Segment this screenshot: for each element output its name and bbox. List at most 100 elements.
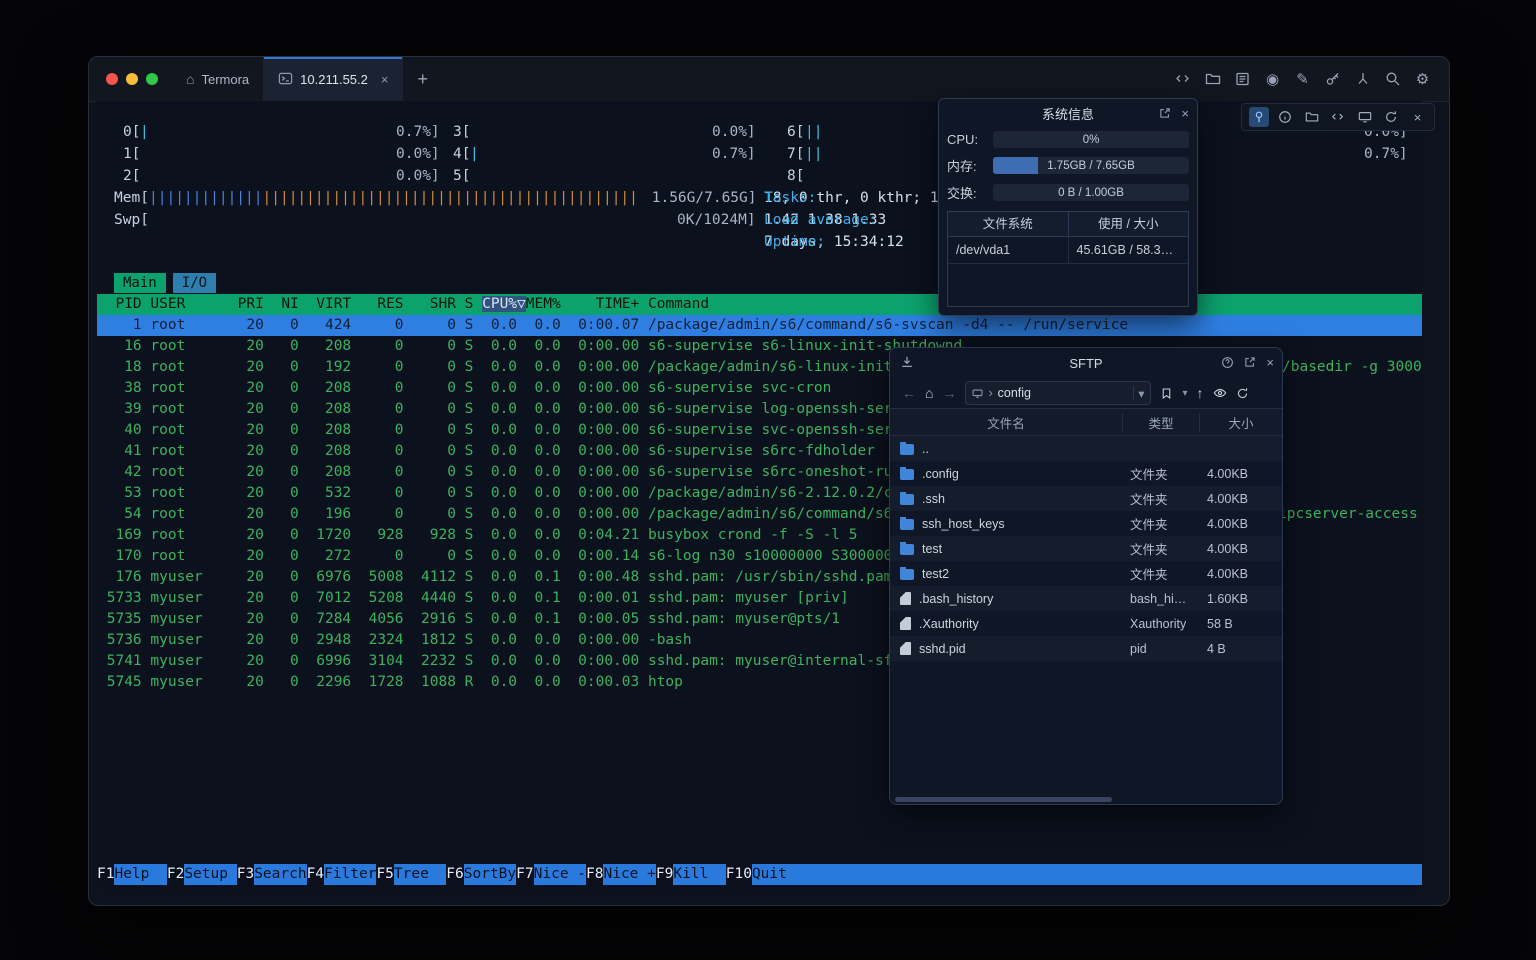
- home-icon[interactable]: ⌂: [925, 385, 933, 401]
- close-icon[interactable]: ×: [1266, 355, 1274, 370]
- zoom-window-button[interactable]: [146, 73, 158, 85]
- fkey: F2: [167, 864, 184, 885]
- file-row[interactable]: .ssh文件夹4.00KB: [890, 486, 1282, 511]
- memory-usage-bar: 1.75GB / 7.65GB: [993, 157, 1189, 174]
- tab-home-label: Termora: [201, 72, 249, 87]
- tab-ssh-session[interactable]: 10.211.55.2 ×: [264, 57, 403, 101]
- fkey-sortby-button[interactable]: SortBy: [464, 864, 516, 885]
- refresh-icon[interactable]: [1236, 387, 1249, 400]
- sftp-titlebar[interactable]: SFTP ×: [890, 348, 1282, 378]
- process-row[interactable]: 1 root 20 0 424 0 0 S 0.0 0.0 0:00.07 /p…: [97, 315, 1422, 336]
- sftp-title: SFTP: [1069, 356, 1102, 371]
- snippets-icon[interactable]: [1234, 71, 1251, 88]
- command-fragment: /basedir -g 3000: [1282, 357, 1422, 378]
- app-window: ⌂ Termora 10.211.55.2 × + ◉ ✎ ⚙ 0[: [88, 56, 1450, 906]
- cpu8-meter: 8[: [787, 165, 804, 187]
- bookmark-icon[interactable]: [1160, 387, 1173, 400]
- file-row[interactable]: sshd.pidpid4 B: [890, 636, 1282, 661]
- htop-tabs: Main I/O: [114, 273, 216, 293]
- column-header-name[interactable]: 文件名: [890, 413, 1122, 432]
- fkey-nice-minus-button[interactable]: Nice -: [534, 864, 586, 885]
- key-icon[interactable]: [1324, 71, 1341, 88]
- back-icon[interactable]: ←: [902, 385, 916, 401]
- path-breadcrumb[interactable]: › config ▾: [965, 381, 1151, 405]
- pin-icon[interactable]: [1249, 107, 1269, 127]
- new-tab-button[interactable]: +: [403, 57, 442, 101]
- file-type-icon: [900, 592, 911, 605]
- fkey-nice-plus-button[interactable]: Nice +: [603, 864, 655, 885]
- filesystem-table: 文件系统 使用 / 大小 /dev/vda1 45.61GB / 58.3…: [947, 211, 1189, 307]
- cpu2-meter: 2[: [123, 165, 140, 187]
- cpu7-meter: 7[: [787, 143, 804, 165]
- code-icon[interactable]: [1174, 71, 1191, 88]
- minimize-window-button[interactable]: [126, 73, 138, 85]
- file-row[interactable]: .bash_historybash_hi…1.60KB: [890, 586, 1282, 611]
- fkey-quit-button[interactable]: Quit: [752, 864, 804, 885]
- htop-tab-main[interactable]: Main: [114, 273, 166, 293]
- file-row[interactable]: .XauthorityXauthority58 B: [890, 611, 1282, 636]
- home-icon: ⌂: [186, 72, 194, 86]
- chevron-down-icon[interactable]: ▾: [1182, 388, 1187, 399]
- code-icon[interactable]: [1328, 107, 1348, 127]
- close-icon[interactable]: ×: [1408, 107, 1428, 127]
- open-in-new-icon[interactable]: [1244, 356, 1256, 368]
- eye-icon[interactable]: [1213, 386, 1227, 400]
- file-row[interactable]: ssh_host_keys文件夹4.00KB: [890, 511, 1282, 536]
- folder-icon[interactable]: [1204, 71, 1221, 88]
- help-icon[interactable]: [1221, 356, 1234, 369]
- search-icon[interactable]: [1384, 71, 1401, 88]
- desktop: ⌂ Termora 10.211.55.2 × + ◉ ✎ ⚙ 0[: [0, 0, 1536, 960]
- monitor-icon: [972, 388, 983, 399]
- fkey-setup-button[interactable]: Setup: [184, 864, 236, 885]
- keymap-icon[interactable]: [1354, 71, 1371, 88]
- fkey-kill-button[interactable]: Kill: [673, 864, 725, 885]
- fkey: F3: [237, 864, 254, 885]
- file-type-icon: [900, 519, 914, 530]
- display-icon[interactable]: [1355, 107, 1375, 127]
- file-row[interactable]: test2文件夹4.00KB: [890, 561, 1282, 586]
- fkey: F5: [376, 864, 393, 885]
- process-table-header[interactable]: PID USER PRI NI VIRT RES SHR S CPU%▽MEM%…: [97, 294, 1422, 315]
- sort-column-cpu[interactable]: CPU%▽: [482, 296, 526, 312]
- file-type-icon: [900, 569, 914, 580]
- file-row[interactable]: ..: [890, 436, 1282, 461]
- info-icon[interactable]: [1275, 107, 1295, 127]
- fkey-search-button[interactable]: Search: [254, 864, 306, 885]
- column-header-size[interactable]: 大小: [1199, 413, 1282, 432]
- cpu4-meter: 4[: [453, 143, 470, 165]
- parent-directory-icon[interactable]: ↑: [1197, 385, 1204, 401]
- fkey-tree-button[interactable]: Tree: [394, 864, 446, 885]
- close-icon[interactable]: ×: [1181, 106, 1189, 121]
- horizontal-scrollbar[interactable]: [895, 797, 1112, 802]
- fkey-filter-button[interactable]: Filter: [324, 864, 376, 885]
- htop-tab-io[interactable]: I/O: [173, 273, 216, 293]
- column-header-type[interactable]: 类型: [1122, 413, 1199, 432]
- path-segment[interactable]: config: [998, 386, 1031, 400]
- forward-icon[interactable]: →: [942, 385, 956, 401]
- mem-meter: Mem[: [114, 187, 149, 209]
- sftp-window: SFTP × ← ⌂ → › config ▾ ▾ ↑ 文件名: [889, 347, 1283, 805]
- filesystem-row[interactable]: /dev/vda1 45.61GB / 58.3…: [948, 237, 1188, 264]
- fkey: F10: [726, 864, 752, 885]
- tab-home[interactable]: ⌂ Termora: [172, 57, 264, 101]
- settings-icon[interactable]: ⚙: [1414, 71, 1431, 88]
- sftp-table-header[interactable]: 文件名 类型 大小: [890, 408, 1282, 436]
- download-icon[interactable]: [900, 348, 914, 376]
- fkey: F6: [446, 864, 463, 885]
- close-window-button[interactable]: [106, 73, 118, 85]
- record-icon[interactable]: ◉: [1264, 71, 1281, 88]
- cpu6-meter: 6[: [787, 121, 804, 143]
- file-row[interactable]: test文件夹4.00KB: [890, 536, 1282, 561]
- system-info-panel: 系统信息 × CPU: 0% 内存: 1.75GB / 7.65GB 交换:: [938, 98, 1198, 316]
- fkey-help-button[interactable]: Help: [114, 864, 166, 885]
- sftp-nav-toolbar: ← ⌂ → › config ▾ ▾ ↑: [890, 378, 1282, 408]
- cpu3-meter: 3[: [453, 121, 470, 143]
- sync-icon[interactable]: [1381, 107, 1401, 127]
- close-tab-icon[interactable]: ×: [381, 72, 389, 87]
- folder-icon[interactable]: [1302, 107, 1322, 127]
- file-row[interactable]: .config文件夹4.00KB: [890, 461, 1282, 486]
- open-in-new-icon[interactable]: [1159, 107, 1171, 119]
- chevron-down-icon[interactable]: ▾: [1138, 386, 1144, 401]
- cpu5-meter: 5[: [453, 165, 470, 187]
- edit-icon[interactable]: ✎: [1294, 71, 1311, 88]
